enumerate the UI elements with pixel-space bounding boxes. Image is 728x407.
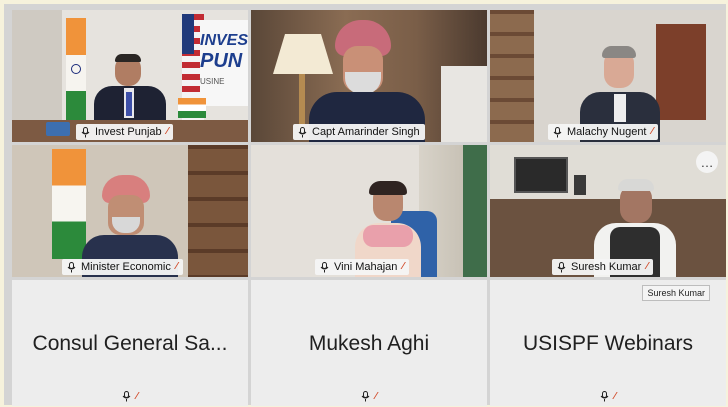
cup bbox=[46, 122, 70, 136]
mic-icon bbox=[81, 126, 90, 138]
mic-icon bbox=[122, 391, 131, 402]
india-flag bbox=[66, 18, 86, 128]
monitor bbox=[514, 157, 568, 193]
mic-icon bbox=[361, 391, 370, 402]
muted-slash-icon: ⁄ bbox=[651, 126, 654, 137]
participant-tile-malachy-nugent[interactable]: Malachy Nugent ⁄ bbox=[490, 10, 726, 142]
name-chip: Suresh Kumar ⁄ bbox=[552, 259, 653, 275]
muted-slash-icon: ⁄ bbox=[175, 261, 178, 272]
mic-icon bbox=[298, 126, 307, 138]
name-chip: Vini Mahajan ⁄ bbox=[315, 259, 410, 275]
more-options-icon: … bbox=[700, 154, 714, 170]
participant-name: Mukesh Aghi bbox=[308, 332, 430, 355]
board-text-2: PUN bbox=[200, 50, 243, 72]
name-chip: Malachy Nugent ⁄ bbox=[548, 124, 659, 140]
participant-grid: INVEST PUN USINE Invest Punjab ⁄ bbox=[12, 10, 726, 406]
participant-tile-mukesh-aghi[interactable]: Mukesh Aghi ⁄ bbox=[251, 280, 487, 406]
muted-slash-icon: ⁄ bbox=[166, 126, 169, 137]
participant-name: Invest Punjab bbox=[95, 126, 162, 138]
person-hair bbox=[115, 54, 141, 62]
participant-name: Malachy Nugent bbox=[567, 126, 647, 138]
chair bbox=[441, 66, 487, 142]
participant-name: Vini Mahajan bbox=[334, 261, 398, 273]
participant-tile-vini-mahajan[interactable]: Vini Mahajan ⁄ bbox=[251, 145, 487, 277]
name-chip: Capt Amarinder Singh bbox=[293, 124, 425, 140]
person-hair bbox=[618, 179, 654, 191]
mic-icon bbox=[320, 261, 329, 273]
participant-name: Suresh Kumar bbox=[571, 261, 642, 273]
participant-name: Consul General Sa... bbox=[32, 332, 228, 355]
tile-status-icons: ⁄ bbox=[490, 391, 726, 402]
india-flag bbox=[52, 149, 86, 259]
tile-status-icons: ⁄ bbox=[12, 391, 248, 402]
mic-icon bbox=[600, 391, 609, 402]
person-tie bbox=[126, 92, 132, 116]
bookshelf bbox=[188, 145, 248, 277]
participant-tile-amarinder-singh[interactable]: Capt Amarinder Singh bbox=[251, 10, 487, 142]
muted-slash-icon: ⁄ bbox=[375, 390, 377, 402]
person-scarf bbox=[363, 225, 413, 247]
video-call-window: INVEST PUN USINE Invest Punjab ⁄ bbox=[4, 4, 726, 406]
mic-icon bbox=[557, 261, 566, 273]
name-chip: Invest Punjab ⁄ bbox=[76, 124, 174, 140]
muted-slash-icon: ⁄ bbox=[614, 390, 616, 402]
participant-tile-suresh-kumar[interactable]: … Suresh Kumar ⁄ bbox=[490, 145, 726, 277]
more-options-button[interactable]: … bbox=[696, 151, 718, 173]
participant-name: Minister Economic bbox=[81, 261, 171, 273]
board-text-3: USINE bbox=[200, 77, 225, 86]
participant-tooltip: Suresh Kumar bbox=[642, 285, 710, 301]
person-hair bbox=[369, 181, 407, 195]
speaker bbox=[574, 175, 586, 195]
tile-status-icons: ⁄ bbox=[251, 391, 487, 402]
invest-punjab-board: INVEST PUN USINE bbox=[200, 20, 248, 106]
mic-icon bbox=[553, 126, 562, 138]
bookshelf bbox=[490, 10, 534, 142]
mic-icon bbox=[67, 261, 76, 273]
muted-slash-icon: ⁄ bbox=[136, 390, 138, 402]
board-text-1: INVEST bbox=[200, 32, 248, 49]
desk-flag-india bbox=[178, 98, 206, 118]
plant bbox=[463, 145, 487, 277]
person-hair bbox=[602, 46, 636, 58]
participant-name: USISPF Webinars bbox=[523, 332, 693, 355]
participant-tile-minister-economic[interactable]: Minister Economic ⁄ bbox=[12, 145, 248, 277]
participant-tile-invest-punjab[interactable]: INVEST PUN USINE Invest Punjab ⁄ bbox=[12, 10, 248, 142]
participant-tile-consul-general[interactable]: Consul General Sa... ⁄ bbox=[12, 280, 248, 406]
muted-slash-icon: ⁄ bbox=[402, 261, 405, 272]
person-shirt bbox=[614, 94, 626, 122]
muted-slash-icon: ⁄ bbox=[646, 261, 648, 272]
door bbox=[656, 24, 706, 120]
name-chip: Minister Economic ⁄ bbox=[62, 259, 183, 275]
participant-name: Capt Amarinder Singh bbox=[312, 126, 420, 138]
